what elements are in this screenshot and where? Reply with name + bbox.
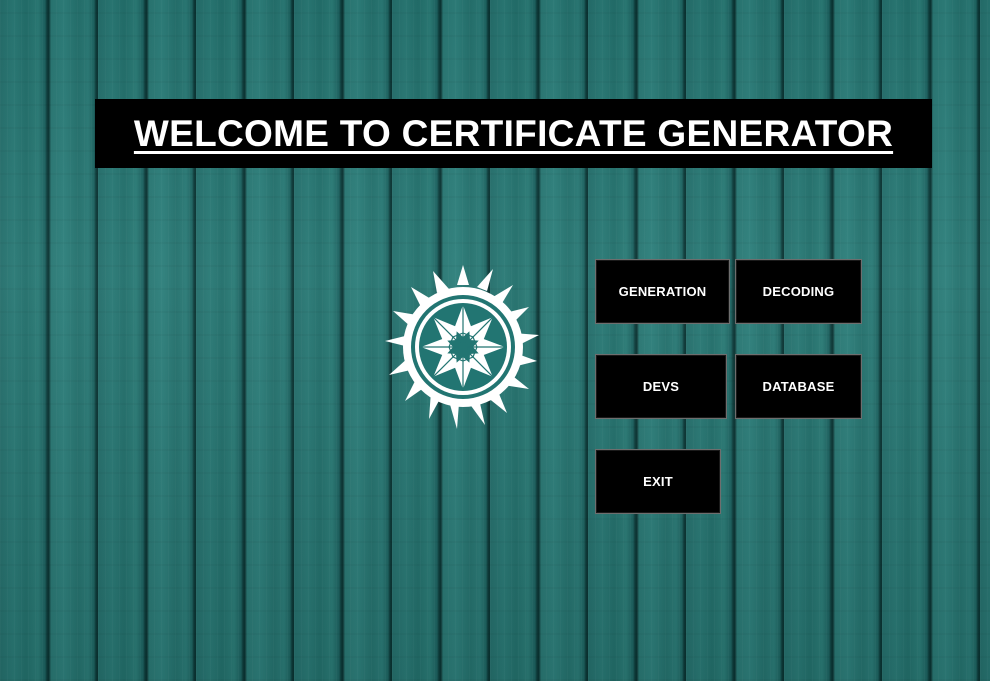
title-banner: WELCOME TO CERTIFICATE GENERATOR [95, 99, 932, 168]
sun-star-emblem-icon [385, 265, 539, 429]
generation-button-label: GENERATION [618, 284, 707, 299]
page-title: WELCOME TO CERTIFICATE GENERATOR [133, 112, 894, 154]
logo [383, 262, 543, 432]
devs-button[interactable]: DEVS [595, 354, 727, 419]
database-button[interactable]: DATABASE [735, 354, 862, 419]
exit-button-label: EXIT [643, 474, 673, 489]
decoding-button[interactable]: DECODING [735, 259, 862, 324]
decoding-button-label: DECODING [762, 284, 835, 299]
devs-button-label: DEVS [642, 379, 680, 394]
generation-button[interactable]: GENERATION [595, 259, 730, 324]
database-button-label: DATABASE [762, 379, 835, 394]
exit-button[interactable]: EXIT [595, 449, 721, 514]
